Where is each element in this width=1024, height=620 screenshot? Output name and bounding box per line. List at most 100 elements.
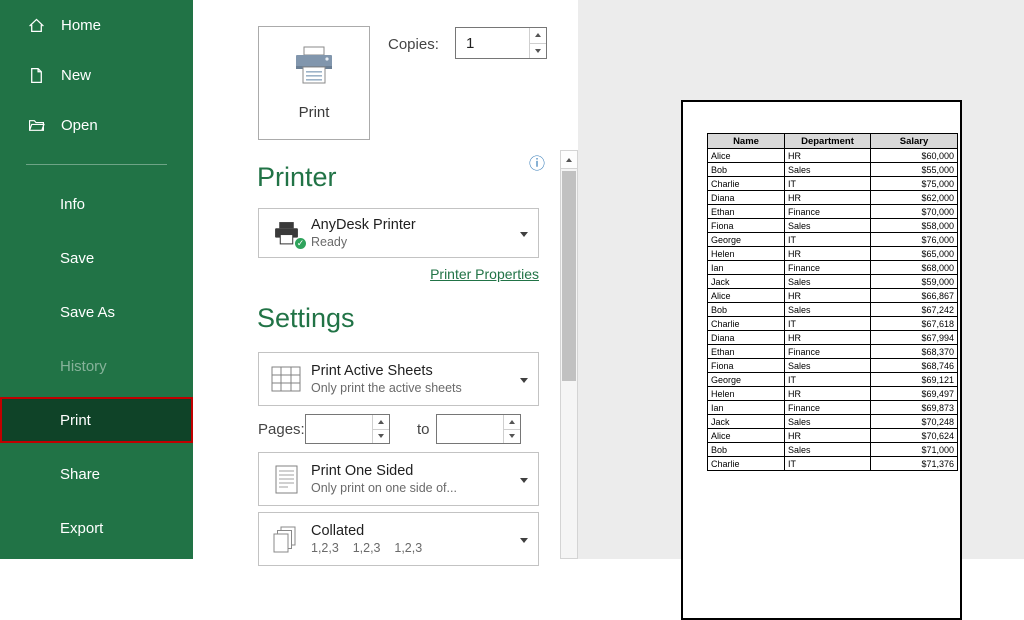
- sidebar-divider: [26, 164, 167, 165]
- sidebar-item-open[interactable]: Open: [0, 100, 193, 150]
- settings-heading: Settings: [257, 303, 355, 334]
- printer-name: AnyDesk Printer: [311, 217, 416, 233]
- pages-from-spinner: [372, 415, 389, 443]
- copies-decrement-button[interactable]: [530, 43, 546, 59]
- cell-name: Bob: [708, 163, 785, 177]
- active-sheets-icon: [267, 366, 305, 392]
- cell-name: Ethan: [708, 205, 785, 219]
- home-icon: [28, 17, 45, 34]
- chevron-down-icon: [520, 530, 528, 548]
- sidebar-item-save-as[interactable]: Save As: [0, 285, 193, 339]
- column-header-name: Name: [708, 134, 785, 149]
- table-row: Alice HR $66,867: [708, 289, 958, 303]
- sidebar-item-label: Home: [61, 17, 101, 34]
- sided-selector[interactable]: Print One Sided Only print on one side o…: [258, 452, 539, 506]
- pages-to-input[interactable]: [437, 415, 503, 443]
- cell-salary: $76,000: [871, 233, 958, 247]
- cell-name: George: [708, 233, 785, 247]
- print-panel: Print Copies: ⓘ Printer ✓ AnyDesk Printe…: [193, 0, 560, 559]
- cell-department: IT: [785, 233, 871, 247]
- collation-description: 1,2,3 1,2,3 1,2,3: [311, 541, 422, 555]
- sided-description: Only print on one side of...: [311, 481, 457, 495]
- pages-from-increment-button[interactable]: [373, 415, 389, 429]
- printer-properties-row: Printer Properties: [258, 266, 539, 284]
- cell-department: Sales: [785, 275, 871, 289]
- collation-value: Collated: [311, 523, 422, 539]
- sidebar-item-home[interactable]: Home: [0, 0, 193, 50]
- preview-scrollbar[interactable]: [560, 150, 578, 559]
- print-button[interactable]: Print: [258, 26, 370, 140]
- table-row: Ethan Finance $70,000: [708, 205, 958, 219]
- info-icon[interactable]: ⓘ: [529, 157, 545, 173]
- collated-pages-icon: [267, 526, 305, 553]
- copies-increment-button[interactable]: [530, 28, 546, 43]
- cell-salary: $60,000: [871, 149, 958, 163]
- column-header-department: Department: [785, 134, 871, 149]
- cell-name: Charlie: [708, 177, 785, 191]
- open-folder-icon: [28, 117, 45, 134]
- sidebar-item-save[interactable]: Save: [0, 231, 193, 285]
- table-row: George IT $76,000: [708, 233, 958, 247]
- cell-name: George: [708, 373, 785, 387]
- sided-value: Print One Sided: [311, 463, 457, 479]
- pages-label: Pages:: [258, 421, 305, 438]
- cell-salary: $75,000: [871, 177, 958, 191]
- pages-from-input[interactable]: [306, 415, 372, 443]
- table-row: Bob Sales $55,000: [708, 163, 958, 177]
- chevron-down-icon: [520, 224, 528, 242]
- scrollbar-thumb[interactable]: [562, 171, 576, 381]
- cell-salary: $67,618: [871, 317, 958, 331]
- cell-name: Alice: [708, 429, 785, 443]
- print-what-selector[interactable]: Print Active Sheets Only print the activ…: [258, 352, 539, 406]
- print-preview-area: Name Department Salary Alice HR $60,000 …: [578, 0, 1024, 559]
- scroll-up-button[interactable]: [561, 151, 577, 169]
- sidebar-item-info[interactable]: Info: [0, 177, 193, 231]
- cell-salary: $65,000: [871, 247, 958, 261]
- cell-salary: $68,746: [871, 359, 958, 373]
- sidebar-item-new[interactable]: New: [0, 50, 193, 100]
- preview-page: Name Department Salary Alice HR $60,000 …: [681, 100, 962, 620]
- cell-department: Finance: [785, 345, 871, 359]
- cell-department: Finance: [785, 401, 871, 415]
- caret-up-icon: [566, 158, 572, 162]
- cell-department: Sales: [785, 359, 871, 373]
- preview-table: Name Department Salary Alice HR $60,000 …: [707, 133, 958, 471]
- cell-department: IT: [785, 457, 871, 471]
- sidebar-item-print[interactable]: Print: [0, 397, 193, 443]
- pages-to-decrement-button[interactable]: [504, 429, 520, 444]
- copies-label: Copies:: [388, 36, 439, 53]
- pages-from-stepper: [305, 414, 390, 444]
- table-row: Bob Sales $67,242: [708, 303, 958, 317]
- table-row: Bob Sales $71,000: [708, 443, 958, 457]
- copies-spinner: [529, 28, 546, 58]
- printer-device-icon: ✓: [267, 221, 305, 246]
- caret-up-icon: [509, 420, 515, 424]
- printer-icon: [291, 45, 337, 92]
- pages-from-decrement-button[interactable]: [373, 429, 389, 444]
- printer-selector[interactable]: ✓ AnyDesk Printer Ready: [258, 208, 539, 258]
- sidebar-item-share[interactable]: Share: [0, 447, 193, 501]
- cell-department: Sales: [785, 443, 871, 457]
- cell-department: Sales: [785, 163, 871, 177]
- copies-input[interactable]: [456, 28, 529, 58]
- printer-properties-link[interactable]: Printer Properties: [430, 266, 539, 282]
- pages-to-spinner: [503, 415, 520, 443]
- table-row: Ian Finance $68,000: [708, 261, 958, 275]
- sidebar-item-label: Save As: [60, 304, 115, 321]
- table-header-row: Name Department Salary: [708, 134, 958, 149]
- table-row: Charlie IT $71,376: [708, 457, 958, 471]
- cell-department: HR: [785, 191, 871, 205]
- cell-name: Jack: [708, 415, 785, 429]
- cell-department: Finance: [785, 205, 871, 219]
- cell-salary: $70,624: [871, 429, 958, 443]
- cell-salary: $70,248: [871, 415, 958, 429]
- chevron-down-icon: [520, 470, 528, 488]
- collation-selector[interactable]: Collated 1,2,3 1,2,3 1,2,3: [258, 512, 539, 566]
- cell-name: Diana: [708, 191, 785, 205]
- printer-status: Ready: [311, 235, 416, 249]
- pages-to-increment-button[interactable]: [504, 415, 520, 429]
- sidebar-item-export[interactable]: Export: [0, 501, 193, 555]
- pages-to-stepper: [436, 414, 521, 444]
- cell-department: Sales: [785, 219, 871, 233]
- cell-department: IT: [785, 317, 871, 331]
